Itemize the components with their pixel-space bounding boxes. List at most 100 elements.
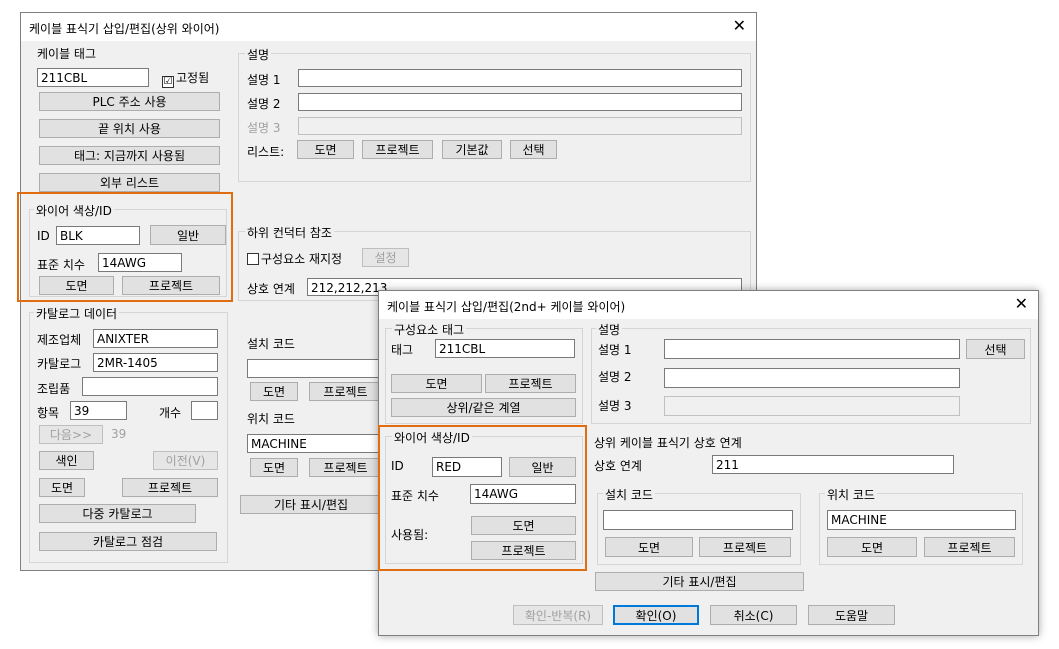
- count-input[interactable]: [191, 401, 218, 420]
- multi-catalog-button[interactable]: 다중 카탈로그: [39, 504, 196, 523]
- tag-input[interactable]: 211CBL: [435, 339, 575, 358]
- item-input[interactable]: 39: [70, 401, 127, 420]
- description-group-label: 설명: [596, 321, 623, 338]
- location-code-label: 위치 코드: [825, 486, 877, 503]
- desc-drawing-button[interactable]: 도면: [297, 140, 354, 159]
- location-drawing-button[interactable]: 도면: [250, 458, 298, 477]
- next-value: 39: [111, 427, 127, 441]
- external-list-button[interactable]: 외부 리스트: [39, 173, 220, 192]
- wire-id-label: ID: [37, 229, 50, 243]
- cross-ref-label: 상호 연계: [247, 282, 295, 296]
- description3-label: 설명 3: [247, 121, 281, 135]
- tag-used-button[interactable]: 태그: 지금까지 사용됨: [39, 146, 220, 165]
- wire-size-label: 표준 치수: [391, 489, 439, 503]
- component-tag-label: 구성요소 태그: [392, 321, 467, 338]
- wire-group-label: 와이어 색상/ID: [34, 202, 114, 219]
- other-display-edit-button[interactable]: 기타 표시/편집: [240, 495, 382, 514]
- location-project-button[interactable]: 프로젝트: [924, 537, 1015, 557]
- install-drawing-button[interactable]: 도면: [605, 537, 693, 557]
- assembly-input[interactable]: [82, 377, 218, 396]
- list-label: 리스트:: [247, 145, 285, 159]
- desc-project-button[interactable]: 프로젝트: [362, 140, 433, 159]
- wire-size-input[interactable]: 14AWG: [470, 484, 576, 504]
- ok-button[interactable]: 확인(O): [613, 605, 699, 625]
- check-icon: ☑: [162, 76, 174, 88]
- wire-id-input[interactable]: RED: [432, 457, 502, 477]
- description1-label: 설명 1: [598, 343, 632, 357]
- item-label: 항목: [37, 406, 60, 420]
- wire-normal-button[interactable]: 일반: [509, 457, 576, 477]
- dialog-child-wire: 케이블 표식기 삽입/편집(2nd+ 케이블 와이어) ✕ 구성요소 태그 태그…: [378, 290, 1039, 636]
- end-location-button[interactable]: 끝 위치 사용: [39, 119, 220, 138]
- close-icon[interactable]: ✕: [1015, 294, 1028, 313]
- ok-repeat-button[interactable]: 확인-반복(R): [513, 605, 603, 625]
- install-code-label: 설치 코드: [247, 337, 295, 351]
- install-project-button[interactable]: 프로젝트: [309, 382, 382, 401]
- next-button[interactable]: 다음>>: [39, 425, 103, 444]
- tag-project-button[interactable]: 프로젝트: [485, 374, 576, 393]
- used-label: 사용됨:: [391, 528, 429, 542]
- manufacturer-label: 제조업체: [37, 333, 82, 347]
- help-button[interactable]: 도움말: [808, 605, 895, 625]
- setup-button[interactable]: 설정: [362, 248, 409, 267]
- catalog-project-button[interactable]: 프로젝트: [122, 478, 218, 497]
- lookup-button[interactable]: 색인: [39, 451, 94, 470]
- wire-drawing-button[interactable]: 도면: [471, 516, 576, 535]
- dialog-title: 케이블 표식기 삽입/편집(상위 와이어): [29, 22, 220, 36]
- dialog-title: 케이블 표식기 삽입/편집(2nd+ 케이블 와이어): [387, 300, 626, 314]
- location-project-button[interactable]: 프로젝트: [309, 458, 382, 477]
- wire-project-button[interactable]: 프로젝트: [471, 541, 576, 560]
- desc-pick-button[interactable]: 선택: [966, 339, 1025, 359]
- description3-input[interactable]: [298, 117, 742, 135]
- description2-label: 설명 2: [247, 97, 281, 111]
- wire-size-label: 표준 치수: [37, 258, 85, 272]
- install-drawing-button[interactable]: 도면: [250, 382, 298, 401]
- checkbox-icon: [247, 253, 259, 265]
- plc-address-button[interactable]: PLC 주소 사용: [39, 92, 220, 111]
- title-bar: 케이블 표식기 삽입/편집(2nd+ 케이블 와이어) ✕: [379, 291, 1038, 319]
- location-code-input[interactable]: MACHINE: [247, 434, 382, 453]
- location-code-input[interactable]: MACHINE: [827, 510, 1016, 530]
- reassign-checkbox[interactable]: 구성요소 재지정: [247, 250, 342, 267]
- assembly-label: 조립품: [37, 382, 71, 396]
- wire-project-button[interactable]: 프로젝트: [122, 276, 220, 295]
- manufacturer-input[interactable]: ANIXTER: [93, 329, 218, 348]
- cross-ref-label: 상호 연계: [594, 459, 642, 473]
- catalog-input[interactable]: 2MR-1405: [93, 353, 218, 372]
- wire-id-input[interactable]: BLK: [56, 226, 140, 245]
- description1-input[interactable]: [664, 339, 960, 359]
- cable-tag-label: 케이블 태그: [37, 47, 97, 61]
- reassign-label: 구성요소 재지정: [261, 252, 343, 266]
- desc-pick-button[interactable]: 선택: [510, 140, 557, 159]
- wire-id-label: ID: [391, 459, 404, 473]
- description3-input[interactable]: [664, 396, 960, 416]
- catalog-group-label: 카탈로그 데이터: [34, 305, 120, 322]
- install-project-button[interactable]: 프로젝트: [699, 537, 791, 557]
- install-code-input[interactable]: [247, 359, 382, 378]
- tag-drawing-button[interactable]: 도면: [391, 374, 482, 393]
- wire-group-label: 와이어 색상/ID: [392, 429, 472, 446]
- cable-tag-input[interactable]: 211CBL: [37, 68, 149, 87]
- description1-input[interactable]: [298, 69, 742, 87]
- desc-default-button[interactable]: 기본값: [442, 140, 502, 159]
- description2-input[interactable]: [298, 93, 742, 111]
- other-display-edit-button[interactable]: 기타 표시/편집: [595, 572, 804, 591]
- catalog-check-button[interactable]: 카탈로그 점검: [39, 532, 217, 551]
- close-icon[interactable]: ✕: [733, 16, 746, 35]
- previous-button[interactable]: 이전(V): [153, 451, 218, 470]
- cross-ref-input[interactable]: 211: [712, 455, 954, 474]
- sibling-button[interactable]: 상위/같은 계열: [391, 398, 576, 417]
- location-drawing-button[interactable]: 도면: [827, 537, 917, 557]
- description1-label: 설명 1: [247, 73, 281, 87]
- cancel-button[interactable]: 취소(C): [710, 605, 797, 625]
- catalog-drawing-button[interactable]: 도면: [39, 478, 85, 497]
- fixed-label: 고정됨: [176, 71, 210, 85]
- conductor-group-label: 하위 컨덕터 참조: [245, 224, 334, 241]
- wire-normal-button[interactable]: 일반: [150, 225, 226, 245]
- install-code-input[interactable]: [603, 510, 793, 530]
- description2-input[interactable]: [664, 368, 960, 388]
- fixed-checkbox[interactable]: ☑ 고정됨: [162, 69, 209, 88]
- wire-drawing-button[interactable]: 도면: [39, 276, 114, 295]
- description3-label: 설명 3: [598, 399, 632, 413]
- wire-size-input[interactable]: 14AWG: [98, 253, 182, 272]
